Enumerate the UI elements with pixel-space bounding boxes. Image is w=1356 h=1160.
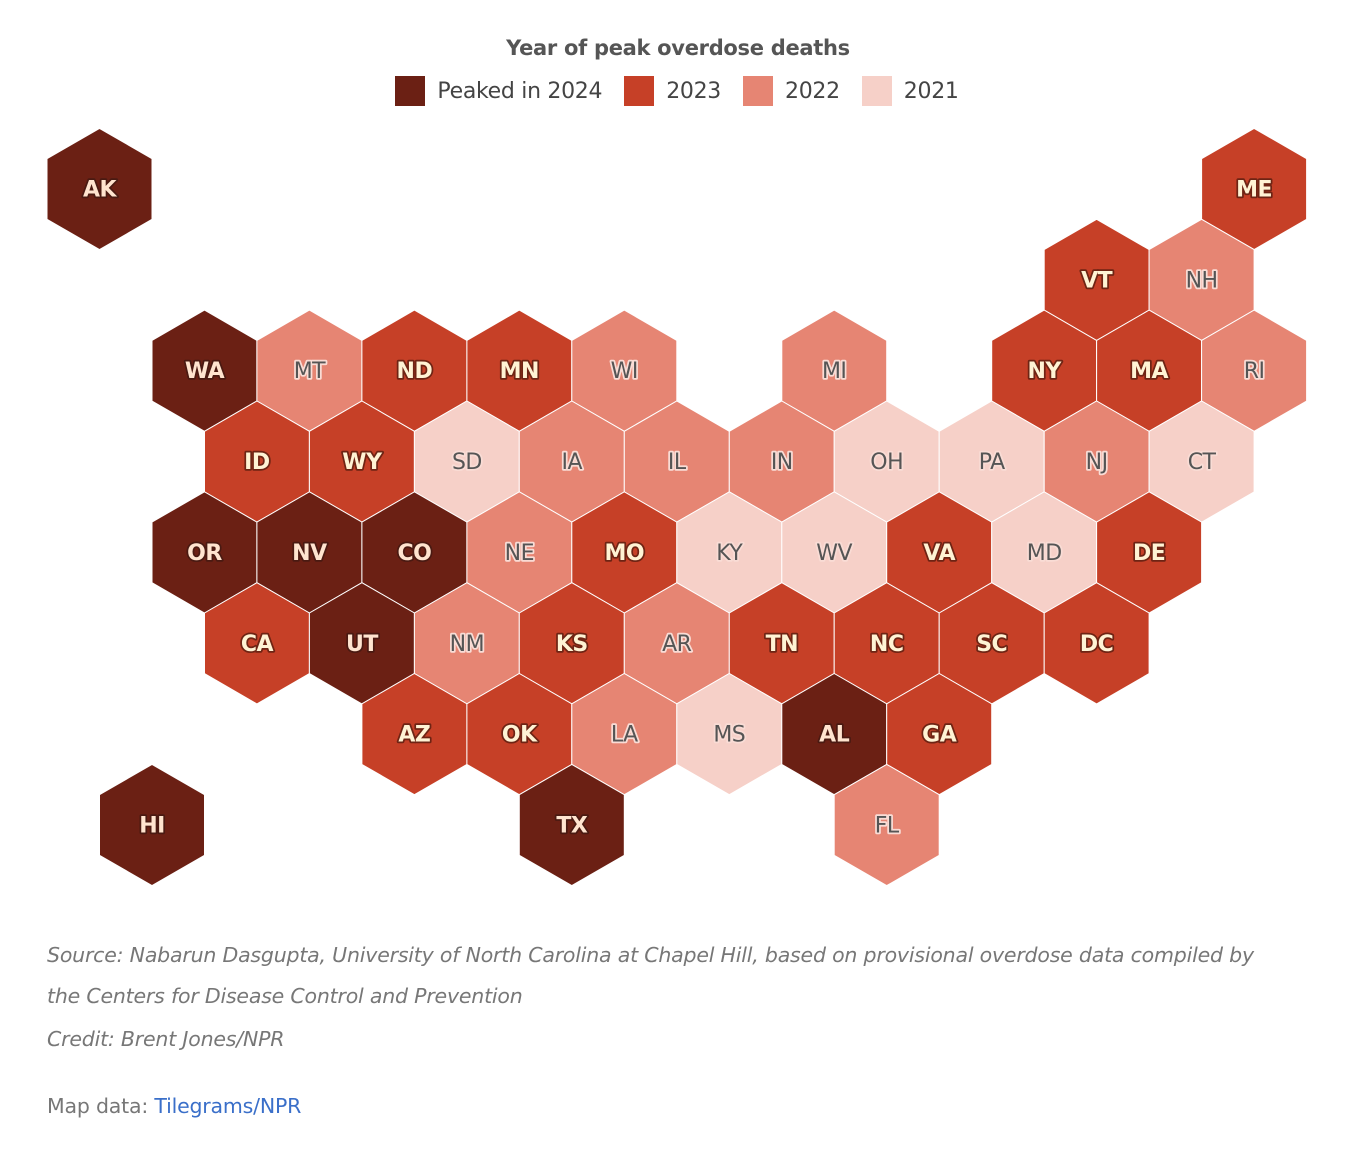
state-label-mo: MO: [604, 541, 644, 566]
state-label-me: ME: [1236, 178, 1272, 203]
state-label-tx: TX: [556, 814, 588, 839]
state-label-mt: MT: [294, 359, 326, 384]
state-label-ar: AR: [662, 632, 692, 657]
state-label-co: CO: [397, 541, 431, 566]
state-label-nv: NV: [292, 541, 327, 566]
state-label-az: AZ: [398, 723, 430, 748]
state-label-de: DE: [1133, 541, 1165, 566]
state-tile-ak[interactable]: AK: [46, 127, 153, 251]
state-label-tn: TN: [766, 632, 798, 657]
state-label-nj: NJ: [1086, 450, 1108, 475]
state-label-ky: KY: [716, 541, 743, 566]
state-label-nd: ND: [397, 359, 433, 384]
state-label-in: IN: [771, 450, 793, 475]
state-label-nm: NM: [450, 632, 484, 657]
state-label-wv: WV: [816, 541, 852, 566]
state-label-sd: SD: [452, 450, 482, 475]
state-label-or: OR: [187, 541, 222, 566]
map-data-note: Map data: Tilegrams/NPR: [47, 1094, 301, 1118]
state-label-sc: SC: [976, 632, 1007, 657]
state-label-dc: DC: [1080, 632, 1113, 657]
state-label-ms: MS: [713, 723, 745, 748]
state-label-ut: UT: [346, 632, 378, 657]
tilegrams-link[interactable]: Tilegrams/NPR: [154, 1094, 301, 1118]
state-label-al: AL: [819, 723, 850, 748]
hex-tile-map: AK ME VT NH WA MT ND MN WI MI NY MA RI ID WY SD IA IL IN OH…: [46, 127, 1308, 887]
state-label-ca: CA: [241, 632, 274, 657]
state-label-mn: MN: [500, 359, 539, 384]
state-tile-hi[interactable]: HI: [99, 763, 205, 887]
state-label-ct: CT: [1188, 450, 1217, 475]
state-label-il: IL: [668, 450, 687, 475]
state-label-ri: RI: [1244, 359, 1265, 384]
state-label-la: LA: [611, 723, 638, 748]
state-label-md: MD: [1027, 541, 1062, 566]
state-label-wi: WI: [611, 359, 638, 384]
state-label-ak: AK: [83, 178, 118, 203]
state-label-va: VA: [923, 541, 955, 566]
state-label-ne: NE: [505, 541, 534, 566]
state-label-hi: HI: [139, 814, 165, 839]
state-label-vt: VT: [1081, 268, 1113, 293]
state-label-nh: NH: [1186, 268, 1218, 293]
state-label-fl: FL: [875, 814, 900, 839]
map-data-label: Map data:: [47, 1094, 155, 1118]
state-label-ks: KS: [556, 632, 588, 657]
state-label-nc: NC: [870, 632, 904, 657]
state-label-ia: IA: [562, 450, 583, 475]
state-label-pa: PA: [979, 450, 1005, 475]
state-label-ok: OK: [502, 723, 538, 748]
state-label-mi: MI: [822, 359, 846, 384]
source-note: Source: Nabarun Dasgupta, University of …: [47, 943, 1254, 1008]
state-label-wy: WY: [342, 450, 383, 475]
credit-note: Credit: Brent Jones/NPR: [47, 1027, 285, 1051]
state-label-oh: OH: [870, 450, 903, 475]
state-label-ga: GA: [922, 723, 957, 748]
state-label-wa: WA: [185, 359, 225, 384]
state-label-ny: NY: [1028, 359, 1063, 384]
state-label-ma: MA: [1130, 359, 1168, 384]
state-label-id: ID: [244, 450, 270, 475]
